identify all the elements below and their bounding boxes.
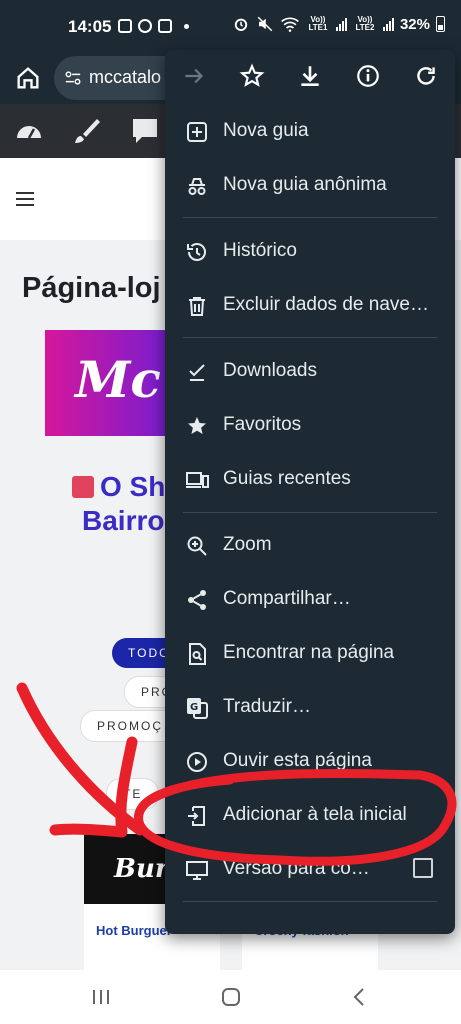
store-banner: Mc	[45, 330, 185, 436]
refresh-icon[interactable]	[413, 63, 439, 89]
menu-item-recent-tabs[interactable]: Guias recentes	[165, 456, 455, 504]
menu-item-label: Excluir dados de nave…	[223, 294, 429, 315]
zoom-icon	[187, 536, 207, 556]
back-icon[interactable]	[346, 984, 372, 1010]
shop-title: O Sh Bairro	[72, 470, 165, 538]
site-settings-icon[interactable]	[64, 69, 82, 87]
add-to-home-icon	[188, 806, 205, 826]
star-icon	[188, 417, 206, 434]
history-icon	[187, 243, 206, 261]
instagram-icon	[158, 19, 172, 33]
page-title: Página-loj	[22, 272, 161, 304]
menu-item-clear-data[interactable]: Excluir dados de nave…	[165, 282, 455, 330]
menu-item-translate[interactable]: G Traduzir…	[165, 684, 455, 732]
mute-icon	[257, 16, 273, 32]
menu-item-new-tab[interactable]: Nova guia	[165, 108, 455, 156]
battery-icon	[436, 16, 445, 32]
wifi-icon	[281, 17, 299, 32]
menu-item-incognito-tab[interactable]: Nova guia anônima	[165, 162, 455, 210]
download-icon[interactable]	[297, 63, 323, 89]
battery-percent: 32%	[399, 15, 430, 33]
shopping-bag-icon	[72, 476, 94, 498]
find-in-page-icon	[189, 643, 206, 665]
menu-divider	[183, 337, 437, 338]
url-text[interactable]: mccatalo	[89, 67, 161, 88]
menu-item-find-in-page[interactable]: Encontrar na página	[165, 630, 455, 678]
info-icon[interactable]	[355, 63, 381, 89]
new-tab-icon	[187, 122, 207, 142]
whatsapp-icon	[138, 19, 152, 33]
signal2-icon	[382, 17, 394, 31]
translate-icon: G	[187, 698, 208, 719]
status-time: 14:05	[68, 17, 112, 36]
menu-item-label: Histórico	[223, 240, 297, 261]
menu-item-add-to-home-screen[interactable]: Adicionar à tela inicial	[165, 792, 455, 840]
menu-item-label: Favoritos	[223, 414, 302, 435]
notification-icons	[118, 19, 189, 33]
share-icon	[188, 590, 206, 610]
home-nav-icon[interactable]	[218, 984, 244, 1010]
menu-divider	[183, 901, 437, 902]
lte1-label: Vo)) LTE1	[308, 15, 328, 32]
menu-item-label: Adicionar à tela inicial	[223, 804, 407, 825]
play-icon	[187, 752, 207, 772]
menu-item-zoom[interactable]: Zoom	[165, 522, 455, 570]
menu-action-row	[165, 50, 455, 104]
menu-item-listen-page[interactable]: Ouvir esta página	[165, 738, 455, 786]
menu-divider	[183, 512, 437, 513]
menu-item-label: Zoom	[223, 534, 272, 555]
menu-item-share[interactable]: Compartilhar…	[165, 576, 455, 624]
brush-icon[interactable]	[72, 116, 102, 146]
menu-item-label: Downloads	[223, 360, 317, 381]
menu-item-label: Nova guia anônima	[223, 174, 387, 195]
dashboard-icon[interactable]	[14, 116, 44, 146]
menu-item-downloads[interactable]: Downloads	[165, 348, 455, 396]
menu-item-history[interactable]: Histórico	[165, 228, 455, 276]
desktop-site-checkbox[interactable]	[413, 858, 433, 878]
product-name: Hot Burguer	[96, 923, 172, 938]
trash-icon	[189, 297, 205, 316]
signal1-icon	[335, 17, 347, 31]
system-nav-bar	[0, 970, 461, 1024]
menu-item-label: Guias recentes	[223, 468, 351, 489]
menu-item-label: Encontrar na página	[223, 642, 395, 663]
status-indicators: Vo)) LTE1 Vo)) LTE2 32%	[232, 15, 445, 33]
browser-overflow-menu: Nova guia Nova guia anônima Histórico Ex…	[165, 50, 455, 934]
home-icon[interactable]	[14, 64, 42, 92]
gallery-icon	[118, 19, 132, 33]
menu-item-bookmarks[interactable]: Favoritos	[165, 402, 455, 450]
lte2-label: Vo)) LTE2	[355, 15, 375, 32]
menu-item-label: Compartilhar…	[223, 588, 351, 609]
chip-other[interactable]: TE	[106, 778, 160, 810]
hamburger-menu-icon[interactable]	[16, 192, 34, 206]
desktop-icon	[186, 861, 208, 880]
menu-item-desktop-site[interactable]: Versão para co…	[165, 846, 455, 894]
recent-apps-icon[interactable]	[88, 984, 114, 1010]
bookmark-star-icon[interactable]	[239, 63, 265, 89]
menu-item-label: Ouvir esta página	[223, 750, 372, 771]
alarm-icon	[234, 18, 248, 31]
menu-divider	[183, 217, 437, 218]
incognito-icon	[188, 178, 206, 195]
comment-icon[interactable]	[130, 116, 160, 146]
menu-item-label: Nova guia	[223, 120, 309, 141]
menu-item-label: Traduzir…	[223, 696, 311, 717]
store-logo: Mc	[75, 350, 161, 409]
forward-icon[interactable]	[181, 63, 207, 89]
menu-item-label: Versão para co…	[223, 858, 370, 879]
devices-icon	[186, 472, 209, 488]
status-bar: 14:05 Vo)) LTE1 Vo)) LTE2 32%	[0, 0, 461, 54]
svg-text:G: G	[190, 702, 198, 713]
download-check-icon	[189, 364, 205, 381]
more-notifications-icon	[184, 23, 189, 29]
